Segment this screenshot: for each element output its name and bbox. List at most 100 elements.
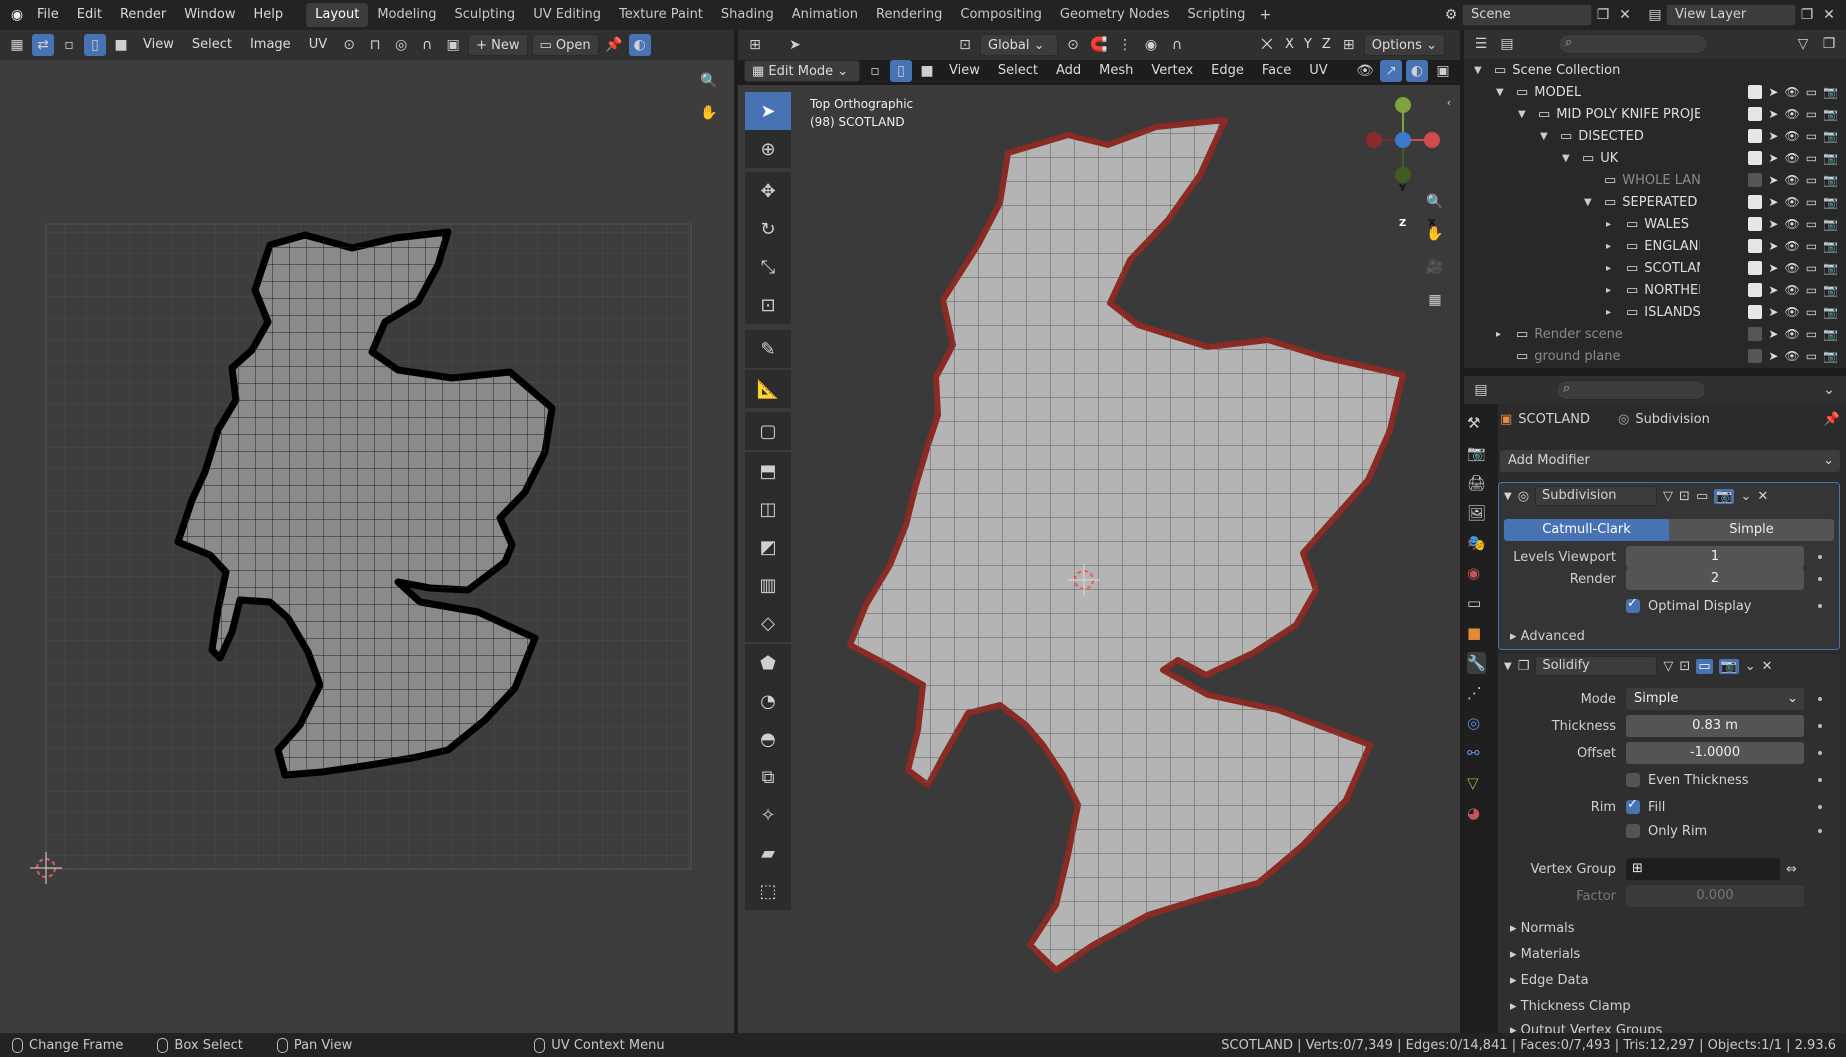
- view-layer-icon[interactable]: ▤: [1644, 4, 1666, 26]
- menu-help[interactable]: Help: [245, 0, 293, 30]
- scene-field[interactable]: Scene: [1462, 4, 1592, 26]
- tab-geometry-nodes[interactable]: Geometry Nodes: [1051, 3, 1179, 27]
- tab-layout[interactable]: Layout: [306, 3, 369, 27]
- mirror-y[interactable]: Y: [1301, 34, 1315, 56]
- shear-tool-icon[interactable]: ▰: [745, 834, 791, 872]
- uv-editor-canvas[interactable]: 🔍 ✋: [0, 60, 734, 1033]
- render-toggle-icon[interactable]: 📷: [1718, 658, 1739, 674]
- modifier-tab-icon[interactable]: 🔧: [1467, 652, 1487, 674]
- pivot-point-icon[interactable]: ⊙: [1062, 34, 1084, 56]
- face-select-icon[interactable]: ■: [110, 34, 132, 56]
- camera-icon[interactable]: 📷: [1823, 283, 1838, 297]
- eye-icon[interactable]: 👁: [1784, 283, 1799, 297]
- monitor-icon[interactable]: ▭: [1806, 151, 1817, 165]
- solidify-name-field[interactable]: Solidify: [1535, 656, 1658, 676]
- keyframe-dot[interactable]: [1818, 778, 1822, 782]
- overlays-icon[interactable]: ◐: [1406, 60, 1428, 82]
- mirror-x[interactable]: X: [1282, 34, 1297, 56]
- add-workspace-icon[interactable]: +: [1254, 4, 1276, 26]
- expand-chevron-icon[interactable]: ▸: [1606, 285, 1620, 296]
- outliner-item[interactable]: ▸ ▭ ENGLAND ➤ 👁 ▭ 📷: [1462, 235, 1846, 257]
- thickness-field[interactable]: 0.83 m: [1626, 715, 1804, 737]
- rotate-tool-icon[interactable]: ↻: [745, 210, 791, 248]
- xray-icon[interactable]: ▣: [1432, 60, 1454, 82]
- factor-field[interactable]: 0.000: [1626, 885, 1804, 907]
- view-layer-field[interactable]: View Layer: [1666, 4, 1796, 26]
- bevel-tool-icon[interactable]: ◩: [745, 528, 791, 566]
- poly-build-tool-icon[interactable]: ⬟: [745, 644, 791, 682]
- select-arrow-icon[interactable]: ➤: [1768, 129, 1778, 143]
- camera-icon[interactable]: 📷: [1823, 85, 1838, 99]
- expand-chevron-icon[interactable]: ▼: [1474, 65, 1488, 76]
- properties-options-icon[interactable]: ⌄: [1818, 379, 1840, 401]
- sidebar-toggle-icon[interactable]: ‹: [1438, 91, 1460, 113]
- eye-icon[interactable]: 👁: [1784, 327, 1799, 341]
- exclude-checkbox[interactable]: [1748, 305, 1763, 319]
- output-vertex-groups-section[interactable]: ▸ Output Vertex Groups: [1510, 1023, 1662, 1033]
- annotate-tool-icon[interactable]: ✎: [745, 330, 791, 368]
- select-arrow-icon[interactable]: ➤: [1768, 305, 1778, 319]
- outliner-item[interactable]: ▸ ▭ Render scene ➤ 👁 ▭ 📷: [1462, 323, 1846, 345]
- exclude-checkbox[interactable]: [1748, 173, 1763, 187]
- simple-button[interactable]: Simple: [1669, 519, 1834, 541]
- mirror-z[interactable]: Z: [1319, 34, 1334, 56]
- monitor-icon[interactable]: ▭: [1806, 217, 1817, 231]
- on-cage-toggle-icon[interactable]: ⊡: [1679, 659, 1690, 674]
- camera-icon[interactable]: 📷: [1823, 151, 1838, 165]
- monitor-icon[interactable]: ▭: [1806, 195, 1817, 209]
- vertex-select-icon[interactable]: ▫: [58, 34, 80, 56]
- optimal-display-checkbox[interactable]: [1626, 596, 1640, 613]
- inset-tool-icon[interactable]: ◫: [745, 490, 791, 528]
- tab-shading[interactable]: Shading: [712, 3, 783, 27]
- outliner-item[interactable]: ▸ ▭ ISLANDS ➤ 👁 ▭ 📷: [1462, 301, 1846, 323]
- data-tab-icon[interactable]: ▽: [1467, 772, 1486, 794]
- select-arrow-icon[interactable]: ➤: [1768, 261, 1778, 275]
- vp-menu-face[interactable]: Face: [1255, 60, 1298, 82]
- pin-icon[interactable]: 📌: [603, 34, 625, 56]
- vp-menu-vertex[interactable]: Vertex: [1144, 60, 1200, 82]
- tool-tab-icon[interactable]: ⚒: [1467, 412, 1486, 434]
- monitor-icon[interactable]: ▭: [1806, 327, 1817, 341]
- edge-mode-icon[interactable]: ▯: [890, 60, 912, 82]
- thickness-clamp-section[interactable]: ▸ Thickness Clamp: [1510, 999, 1631, 1014]
- exclude-checkbox[interactable]: [1748, 107, 1763, 121]
- render-levels-field[interactable]: 2: [1626, 568, 1804, 590]
- exclude-checkbox[interactable]: [1748, 349, 1763, 363]
- edge-data-section[interactable]: ▸ Edge Data: [1510, 973, 1589, 988]
- options-dropdown[interactable]: Options ⌄: [1363, 34, 1445, 56]
- ortho-grid-icon[interactable]: ▦: [1424, 289, 1446, 311]
- keyframe-dot[interactable]: [1818, 697, 1822, 701]
- expand-chevron-icon[interactable]: ▸: [1496, 329, 1510, 340]
- fill-checkbox[interactable]: [1626, 797, 1640, 814]
- tab-animation[interactable]: Animation: [783, 3, 867, 27]
- new-scene-icon[interactable]: ❐: [1592, 4, 1614, 26]
- eye-icon[interactable]: 👁: [1784, 305, 1799, 319]
- sync-selection-icon[interactable]: ⇄: [32, 34, 54, 56]
- render-tab-icon[interactable]: 📷: [1467, 442, 1486, 464]
- eye-icon[interactable]: 👁: [1784, 349, 1799, 363]
- monitor-icon[interactable]: ▭: [1806, 283, 1817, 297]
- vp-menu-mesh[interactable]: Mesh: [1092, 60, 1140, 82]
- move-tool-icon[interactable]: ✥: [745, 172, 791, 210]
- viewport-toggle-icon[interactable]: ▭: [1696, 658, 1713, 674]
- eye-icon[interactable]: 👁: [1784, 151, 1799, 165]
- eye-icon[interactable]: 👁: [1784, 129, 1799, 143]
- menu-window[interactable]: Window: [175, 0, 244, 30]
- expand-chevron-icon[interactable]: ▸: [1606, 307, 1620, 318]
- keyframe-dot[interactable]: [1818, 555, 1822, 559]
- vp-menu-select[interactable]: Select: [991, 60, 1045, 82]
- even-thickness-checkbox[interactable]: [1626, 773, 1640, 787]
- uv-menu-image[interactable]: Image: [243, 34, 298, 56]
- eye-icon[interactable]: 👁: [1784, 173, 1799, 187]
- outliner-item[interactable]: ▼ ▭ DISECTED ➤ 👁 ▭ 📷: [1462, 125, 1846, 147]
- viewport-toggle-icon[interactable]: ▭: [1696, 489, 1708, 504]
- expand-chevron-icon[interactable]: ▸: [1606, 241, 1620, 252]
- camera-icon[interactable]: 📷: [1823, 129, 1838, 143]
- exclude-checkbox[interactable]: [1748, 195, 1763, 209]
- keyframe-dot[interactable]: [1818, 829, 1822, 833]
- camera-icon[interactable]: 📷: [1823, 107, 1838, 121]
- falloff-icon[interactable]: ∩: [416, 34, 438, 56]
- keyframe-dot[interactable]: [1818, 604, 1822, 608]
- advanced-section[interactable]: ▸ Advanced: [1510, 629, 1585, 644]
- select-tool-icon[interactable]: ➤: [784, 34, 806, 56]
